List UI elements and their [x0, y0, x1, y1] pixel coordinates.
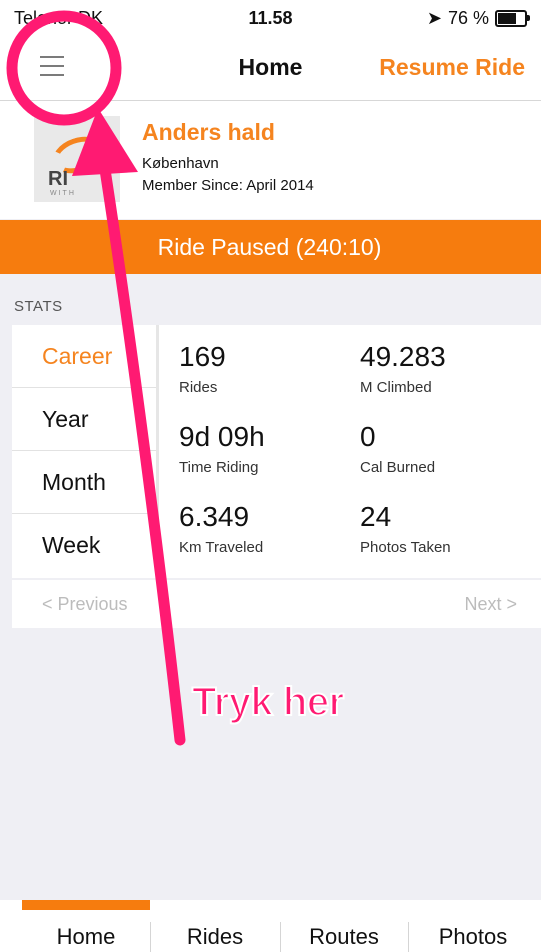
- stats-pager: < Previous Next >: [12, 580, 541, 628]
- resume-ride-button[interactable]: Resume Ride: [379, 54, 525, 81]
- tab-month[interactable]: Month: [12, 451, 156, 514]
- stat-value: 9d 09h: [179, 421, 265, 452]
- navigation-bar: Home Resume Ride: [0, 34, 541, 101]
- stat-label: M Climbed: [360, 379, 432, 396]
- next-button[interactable]: Next >: [464, 594, 517, 615]
- stat-photos-taken: 24 Photos Taken: [360, 501, 451, 556]
- stat-label: Time Riding: [179, 459, 259, 476]
- stat-value: 49.283: [360, 341, 446, 372]
- stat-time-riding: 9d 09h Time Riding: [179, 421, 265, 476]
- tab-rides[interactable]: Rides: [150, 924, 280, 950]
- previous-button[interactable]: < Previous: [42, 594, 128, 615]
- stat-calories-burned: 0 Cal Burned: [360, 421, 435, 476]
- logo-subtext: WITH: [50, 190, 76, 197]
- stat-label: Photos Taken: [360, 539, 451, 556]
- logo-mark: RI: [48, 168, 68, 190]
- battery-fill: [498, 13, 516, 24]
- status-bar: Telenor DK 11.58 ➤ 76 %: [0, 0, 541, 34]
- stats-period-tabs: Career Year Month Week: [12, 325, 156, 578]
- battery-percent: 76 %: [447, 8, 489, 28]
- profile-card: RI WITH Anders hald København Member Sin…: [0, 101, 541, 219]
- stats-divider: [156, 325, 159, 578]
- ride-paused-text: Ride Paused (240:10): [157, 234, 382, 260]
- stat-value: 169: [179, 341, 226, 372]
- stat-value: 6.349: [179, 501, 250, 532]
- stats-panel: Career Year Month Week 169 Rides 49.283 …: [12, 325, 541, 578]
- stat-label: Rides: [179, 379, 218, 396]
- profile-city: København: [142, 155, 219, 172]
- stat-meters-climbed: 49.283 M Climbed: [360, 341, 446, 396]
- tab-routes[interactable]: Routes: [280, 924, 408, 950]
- avatar[interactable]: RI WITH: [34, 116, 120, 202]
- stats-section-header: STATS: [14, 298, 63, 315]
- active-tab-indicator: [22, 900, 150, 910]
- stat-value: 24: [360, 501, 392, 532]
- tab-career[interactable]: Career: [12, 325, 156, 388]
- ride-paused-banner[interactable]: Ride Paused (240:10): [0, 220, 541, 274]
- battery-icon: [495, 10, 530, 27]
- tab-year[interactable]: Year: [12, 388, 156, 451]
- stat-value: 0: [360, 421, 376, 452]
- location-arrow-icon: ➤: [426, 8, 442, 28]
- annotation-text: Tryk her: [191, 679, 345, 725]
- member-since: Member Since: April 2014: [142, 177, 314, 194]
- profile-name[interactable]: Anders hald: [142, 119, 275, 146]
- tab-photos[interactable]: Photos: [408, 924, 538, 950]
- status-right: ➤ 76 %: [426, 8, 530, 29]
- stat-label: Cal Burned: [360, 459, 436, 476]
- stat-km-traveled: 6.349 Km Traveled: [179, 501, 263, 556]
- tab-week[interactable]: Week: [12, 514, 156, 577]
- stat-label: Km Traveled: [179, 539, 264, 556]
- stat-rides: 169 Rides: [179, 341, 226, 396]
- tab-home[interactable]: Home: [22, 924, 150, 950]
